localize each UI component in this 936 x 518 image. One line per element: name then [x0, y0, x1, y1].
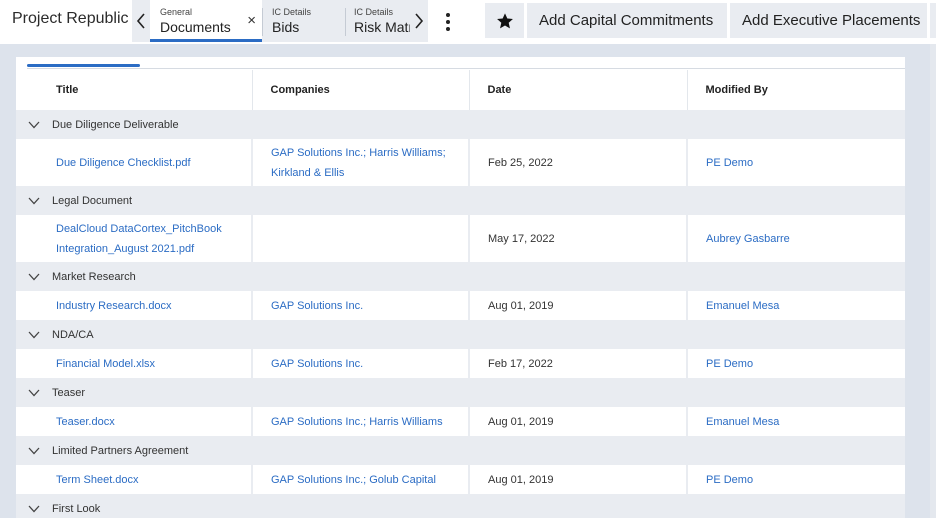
divider — [27, 68, 905, 69]
group-label: Legal Document — [52, 194, 133, 207]
group-label: NDA/CA — [52, 328, 94, 341]
table-row: Industry Research.docx GAP Solutions Inc… — [16, 291, 905, 320]
tab-sublabel: General — [160, 7, 193, 17]
table-row: Term Sheet.docx GAP Solutions Inc.; Golu… — [16, 465, 905, 494]
modified-by-link[interactable]: PE Demo — [706, 474, 753, 486]
table-row: Teaser.docx GAP Solutions Inc.; Harris W… — [16, 407, 905, 436]
table-row: Due Diligence Checklist.pdf GAP Solution… — [16, 139, 905, 186]
document-title-link[interactable]: Term Sheet.docx — [56, 474, 139, 486]
chevron-down-icon[interactable] — [28, 273, 40, 281]
chevron-down-icon[interactable] — [28, 389, 40, 397]
tab-strip: General Documents × IC Details Bids IC D… — [132, 0, 428, 42]
scrollbar[interactable] — [930, 44, 936, 518]
column-header-modified-by[interactable]: Modified By — [686, 70, 905, 110]
document-title-link[interactable]: Teaser.docx — [56, 416, 115, 428]
modified-by-link[interactable]: PE Demo — [706, 157, 753, 169]
chevron-down-icon[interactable] — [28, 505, 40, 513]
column-header-date[interactable]: Date — [468, 70, 687, 110]
tab-documents[interactable]: General Documents × — [150, 0, 262, 42]
modified-by-link[interactable]: Emanuel Mesa — [706, 300, 779, 312]
document-title-link[interactable]: Financial Model.xlsx — [56, 358, 155, 370]
star-icon — [496, 12, 513, 28]
group-row[interactable]: Limited Partners Agreement — [16, 436, 905, 465]
kebab-menu-icon[interactable] — [440, 11, 456, 33]
table-row: Financial Model.xlsx GAP Solutions Inc. … — [16, 349, 905, 378]
group-label: Teaser — [52, 386, 86, 399]
active-view-indicator — [27, 64, 140, 67]
favorite-button[interactable] — [485, 3, 524, 38]
documents-panel: Title Companies Date Modified By Due Dil… — [16, 57, 905, 518]
companies-link[interactable]: GAP Solutions Inc. — [271, 300, 363, 312]
close-icon[interactable]: × — [247, 12, 256, 29]
chevron-down-icon[interactable] — [28, 331, 40, 339]
top-bar: Project Republic General Documents × IC … — [0, 0, 936, 44]
chevron-down-icon[interactable] — [28, 197, 40, 205]
group-row[interactable]: Teaser — [16, 378, 905, 407]
column-header-companies[interactable]: Companies — [251, 70, 469, 110]
date-cell: Aug 01, 2019 — [468, 291, 687, 320]
group-row[interactable]: Market Research — [16, 262, 905, 291]
group-row[interactable]: Due Diligence Deliverable — [16, 110, 905, 139]
date-cell: Feb 25, 2022 — [468, 139, 687, 186]
chevron-down-icon[interactable] — [28, 447, 40, 455]
tab-risk-matrix[interactable]: IC Details Risk Matrix — [346, 0, 410, 42]
add-capital-commitments-button[interactable]: Add Capital Commitments — [527, 3, 727, 38]
group-label: Limited Partners Agreement — [52, 444, 189, 457]
companies-link[interactable]: GAP Solutions Inc.; Golub Capital — [271, 474, 436, 486]
chevron-left-icon[interactable] — [132, 0, 150, 42]
tab-sublabel: IC Details — [354, 7, 394, 17]
group-label: Due Diligence Deliverable — [52, 118, 179, 131]
document-title-link[interactable]: DealCloud DataCortex_PitchBook Integrati… — [56, 223, 222, 255]
group-row[interactable]: NDA/CA — [16, 320, 905, 349]
document-title-link[interactable]: Industry Research.docx — [56, 300, 172, 312]
date-cell: May 17, 2022 — [468, 215, 687, 262]
group-row[interactable]: Legal Document — [16, 186, 905, 215]
companies-link[interactable]: GAP Solutions Inc.; Harris Williams — [271, 416, 443, 428]
group-row[interactable]: First Look — [16, 494, 905, 518]
tab-label: Risk Matrix — [354, 19, 410, 35]
chevron-right-icon[interactable] — [410, 0, 428, 42]
tab-bids[interactable]: IC Details Bids — [263, 0, 345, 42]
quick-actions-bar: Add Capital Commitments Add Executive Pl… — [485, 3, 936, 38]
table-row: DealCloud DataCortex_PitchBook Integrati… — [16, 215, 905, 262]
modified-by-link[interactable]: Emanuel Mesa — [706, 416, 779, 428]
modified-by-link[interactable]: Aubrey Gasbarre — [706, 233, 790, 245]
group-label: Market Research — [52, 270, 136, 283]
tab-sublabel: IC Details — [272, 7, 312, 17]
companies-link[interactable]: GAP Solutions Inc. — [271, 358, 363, 370]
tab-label: Bids — [272, 19, 300, 35]
companies-cell — [251, 215, 469, 262]
documents-table: Title Companies Date Modified By Due Dil… — [16, 70, 905, 518]
project-title: Project Republic — [12, 10, 129, 27]
date-cell: Feb 17, 2022 — [468, 349, 687, 378]
tab-label: Documents — [160, 19, 231, 35]
companies-link[interactable]: GAP Solutions Inc.; Harris Williams; Kir… — [271, 147, 446, 179]
group-label: First Look — [52, 502, 101, 515]
chevron-down-icon[interactable] — [28, 121, 40, 129]
modified-by-link[interactable]: PE Demo — [706, 358, 753, 370]
date-cell: Aug 01, 2019 — [468, 407, 687, 436]
document-title-link[interactable]: Due Diligence Checklist.pdf — [56, 157, 191, 169]
quick-actions-overflow[interactable] — [930, 3, 936, 38]
add-executive-placements-button[interactable]: Add Executive Placements — [730, 3, 927, 38]
table-header-row: Title Companies Date Modified By — [16, 70, 905, 110]
column-header-title[interactable]: Title — [16, 70, 252, 110]
date-cell: Aug 01, 2019 — [468, 465, 687, 494]
